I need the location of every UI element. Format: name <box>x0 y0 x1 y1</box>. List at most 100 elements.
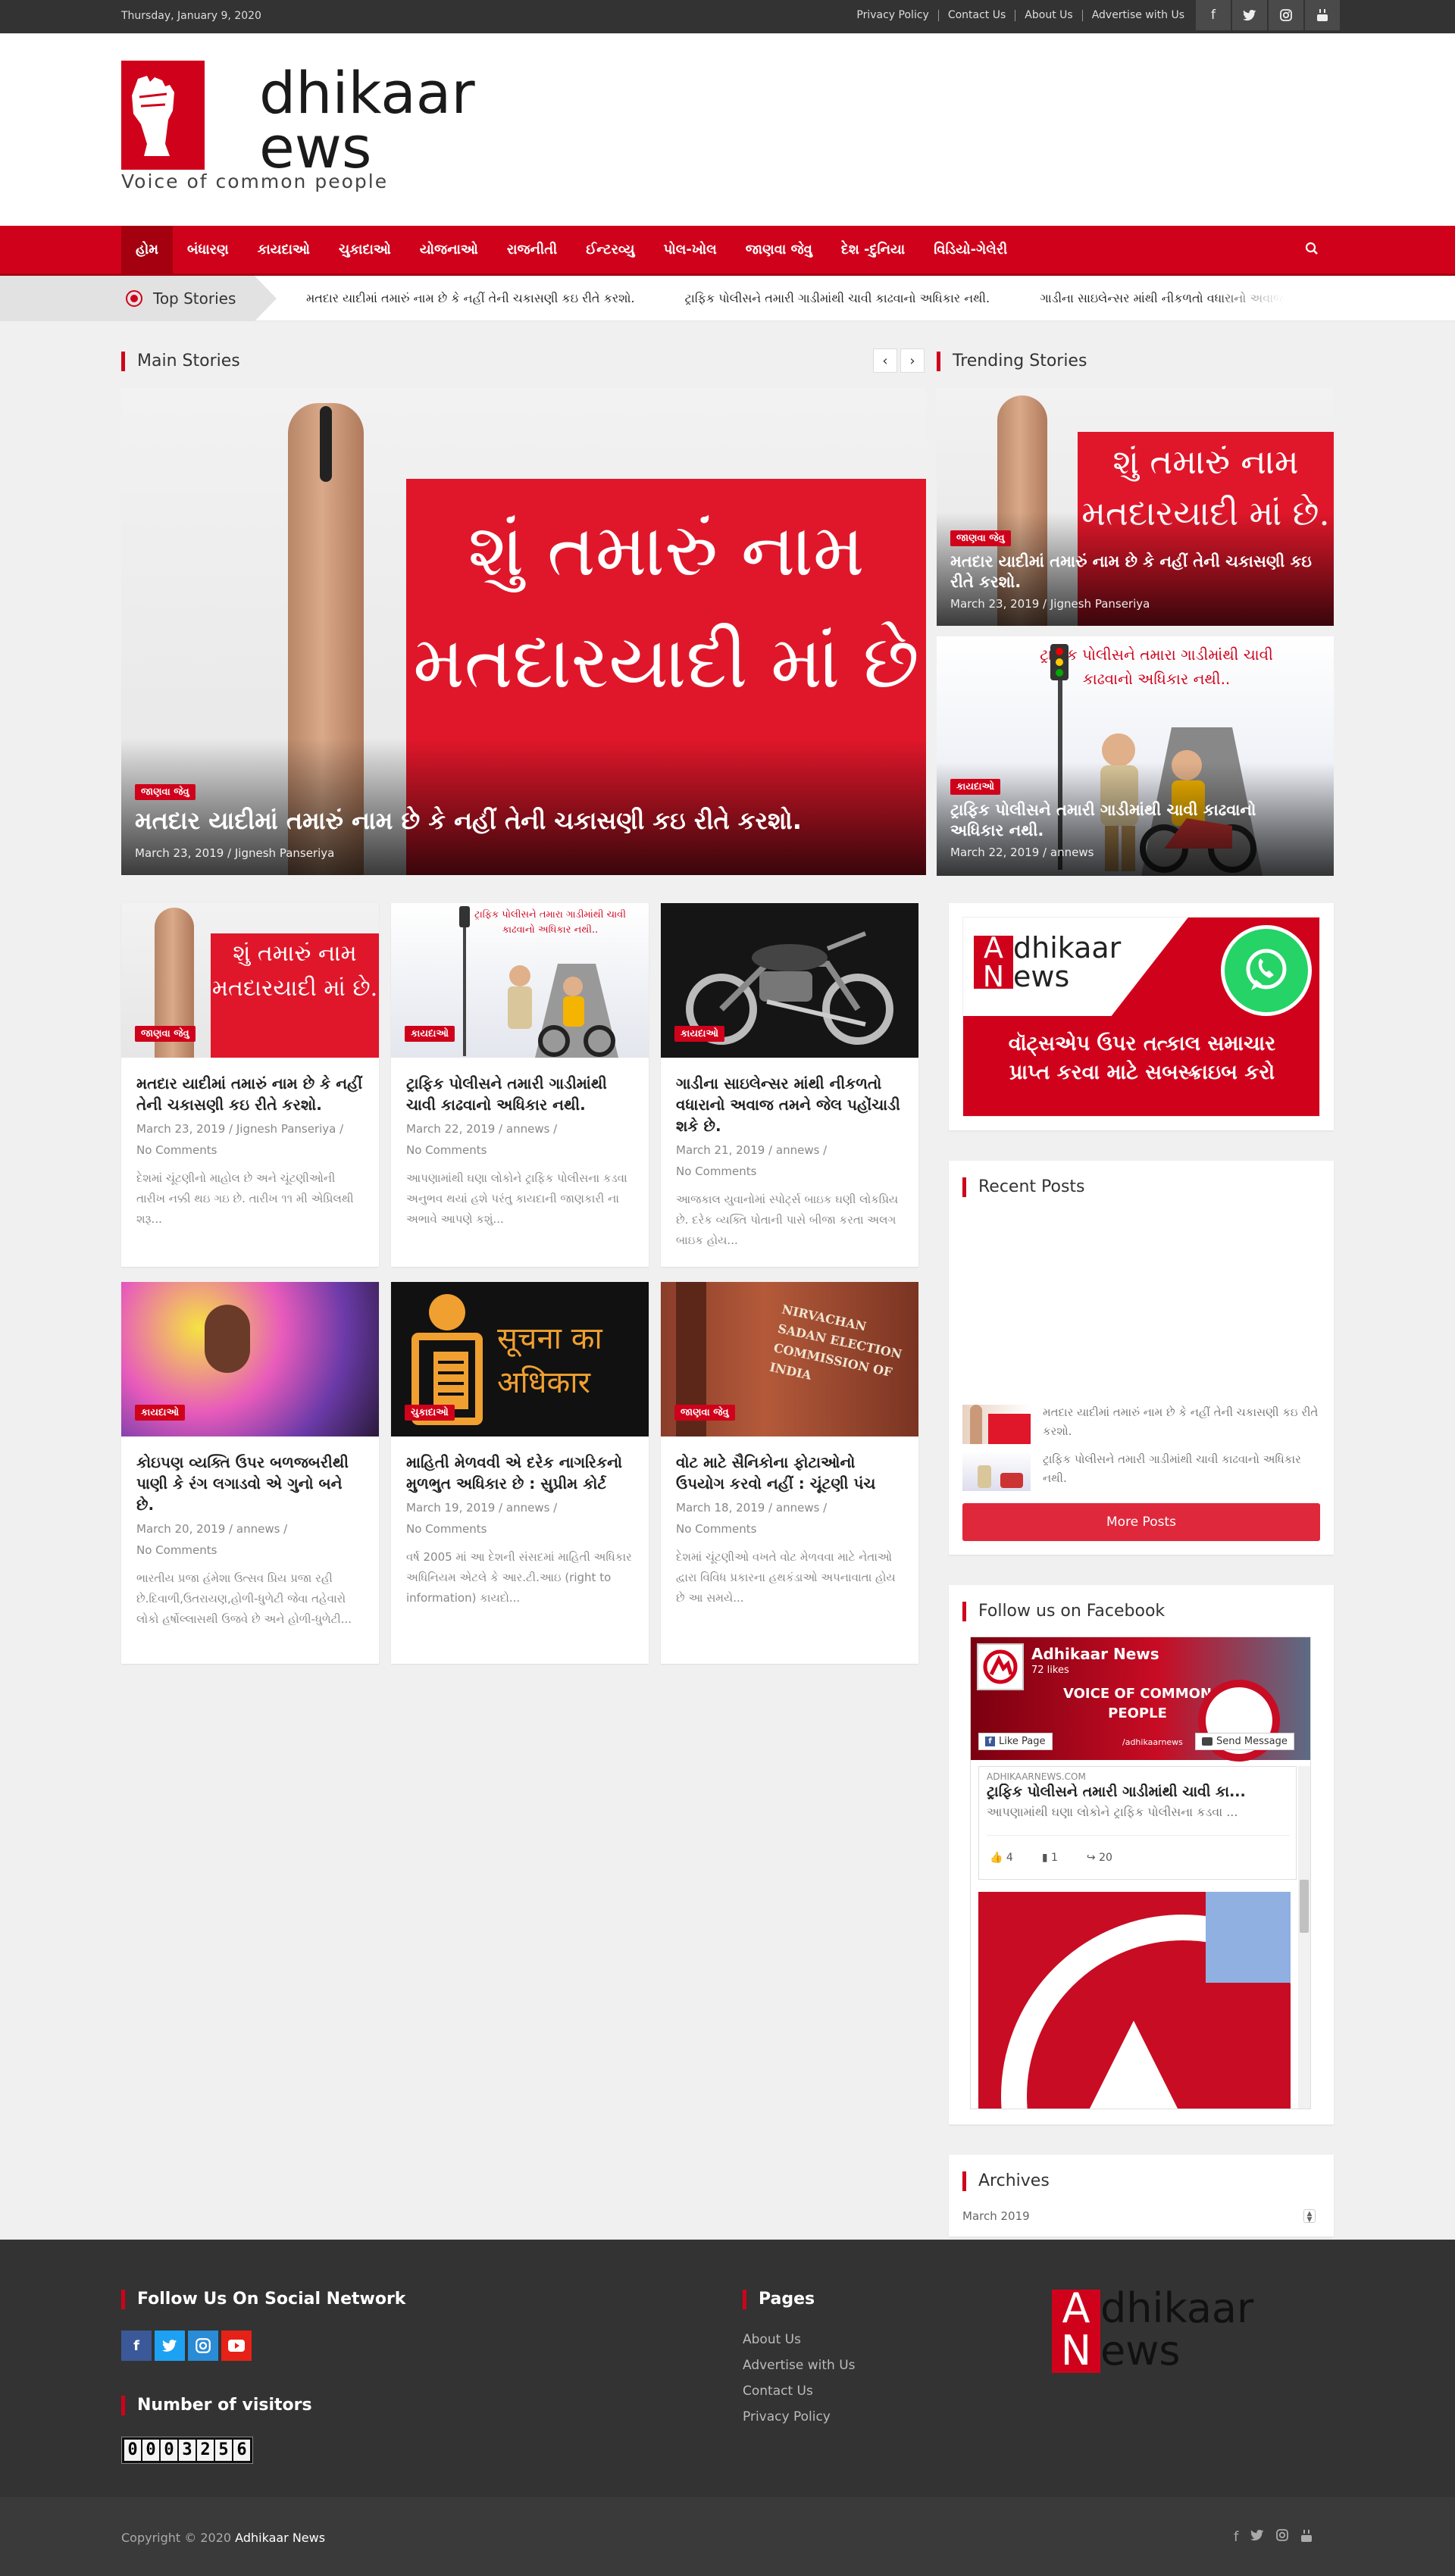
fb-scrollbar[interactable] <box>1298 1766 1310 2109</box>
nav-item-interview[interactable]: ઈન્ટરવ્યુ <box>571 226 649 274</box>
fb-post-stats: 👍 4 ▮ 1 ↪ 20 <box>990 1852 1112 1864</box>
fb-like-page-button[interactable]: f Like Page <box>978 1733 1053 1750</box>
story-card[interactable]: શું તમારું નામ મતદારયાદી માં છે. જાણવા જ… <box>121 903 379 1267</box>
nav-item-knowledge[interactable]: જાણવા જેવુ <box>731 226 827 274</box>
fb-reactions[interactable]: 👍 4 <box>990 1852 1013 1864</box>
ticker-item[interactable]: મતદાર યાદીમાં તમારું નામ છે કે નહીં તેની… <box>306 291 635 306</box>
story-card[interactable]: કાયદાઓ ગાડીના સાઇલેન્સર માંથી નીકળતો વધા… <box>661 903 918 1267</box>
more-posts-button[interactable]: More Posts <box>962 1503 1320 1541</box>
card-title[interactable]: કોઇપણ વ્યક્તિ ઉપર બળજબરીથી પાણી કે રંગ લ… <box>136 1452 364 1515</box>
card-title[interactable]: માહિતી મેળવવી એ દરેક નાગરિકનો મુળભુત અધિ… <box>406 1452 634 1494</box>
fb-post-card[interactable]: ADHIKAARNEWS.COM ટ્રાફિક પોલીસને તમારી ગ… <box>978 1766 1297 1880</box>
card-category-badge[interactable]: જાણવા જેવુ <box>674 1405 735 1421</box>
card-title[interactable]: ટ્રાફિક પોલીસને તમારી ગાડીમાંથી ચાવી કાઢ… <box>406 1073 634 1115</box>
top-link-privacy[interactable]: Privacy Policy <box>847 10 937 21</box>
trending-story[interactable]: શું તમારું નામ મતદારયાદી માં છે. જાણવા જ… <box>937 388 1334 626</box>
card-category-badge[interactable]: કાયદાઓ <box>405 1026 455 1042</box>
story-card[interactable]: सूचना का अधिकार ચુકાદાઓ માહિતી મેળવવી એ … <box>391 1282 649 1664</box>
footer-link-advertise[interactable]: Advertise with Us <box>743 2358 856 2373</box>
copyright-text: Copyright © 2020 Adhikaar News <box>121 2531 326 2545</box>
slider-next-button[interactable]: › <box>900 349 925 373</box>
recent-post-thumb[interactable] <box>962 1405 1031 1444</box>
card-category-badge[interactable]: ચુકાદાઓ <box>405 1405 455 1421</box>
fb-page-name[interactable]: Adhikaar News <box>1031 1645 1159 1663</box>
card-image-text: શું તમારું નામ મતદારયાદી માં છે. <box>211 933 379 1058</box>
trending-story[interactable]: ટ્રાફિક પોલીસને તમારા ગાડીમાંથી ચાવી કાઢ… <box>937 636 1334 876</box>
nav-item-exposed[interactable]: પોલ-ખોલ <box>649 226 731 274</box>
card-comments[interactable]: No Comments <box>676 1518 903 1540</box>
search-icon[interactable] <box>1305 241 1319 259</box>
slider-prev-button[interactable]: ‹ <box>873 349 897 373</box>
nav-item-laws[interactable]: કાયદાઓ <box>243 226 324 274</box>
current-date: Thursday, January 9, 2020 <box>121 10 261 22</box>
card-category-badge[interactable]: કાયદાઓ <box>674 1026 724 1042</box>
archives-select[interactable]: March 2019 ▲ ▼ <box>962 2205 1320 2227</box>
youtube-icon[interactable] <box>1305 0 1340 30</box>
instagram-icon[interactable] <box>1269 0 1303 30</box>
ticker-item[interactable]: ગાડીના સાઇલેન્સર માંથી નીકળતો વધારાનો અવ… <box>1040 291 1284 306</box>
main-stories-title: Main Stories <box>121 352 240 371</box>
twitter-icon[interactable] <box>1232 0 1267 30</box>
card-comments[interactable]: No Comments <box>406 1140 634 1161</box>
footer-logo[interactable]: Adhikaar News <box>1052 2287 1334 2377</box>
trending-category-badge[interactable]: કાયદાઓ <box>950 779 1000 795</box>
card-comments[interactable]: No Comments <box>136 1540 364 1561</box>
nav-item-video-gallery[interactable]: વિડિયો-ગેલેરી <box>919 226 1022 274</box>
recent-post-thumb[interactable] <box>962 1452 1031 1491</box>
youtube-icon[interactable] <box>221 2331 252 2361</box>
footer-link-contact[interactable]: Contact Us <box>743 2384 813 2399</box>
card-comments[interactable]: No Comments <box>406 1518 634 1540</box>
twitter-icon[interactable] <box>155 2331 185 2361</box>
card-title[interactable]: ગાડીના સાઇલેન્સર માંથી નીકળતો વધારાનો અવ… <box>676 1073 903 1136</box>
hero-story[interactable]: શું તમારું નામ મતદારયાદી માં છે જાણવા જે… <box>121 388 926 875</box>
card-excerpt: આપણામાંથી ઘણા લોકોને ટ્રાફિક પોલીસના કડવ… <box>406 1171 627 1226</box>
youtube-icon[interactable] <box>1300 2529 1313 2546</box>
nav-item-schemes[interactable]: યોજનાઓ <box>405 226 493 274</box>
visitor-counter: 0 0 0 3 2 5 6 <box>121 2437 253 2464</box>
nav-item-judgements[interactable]: ચુકાદાઓ <box>324 226 405 274</box>
instagram-icon[interactable] <box>188 2331 218 2361</box>
fb-shares[interactable]: ↪ 20 <box>1087 1852 1112 1864</box>
whatsapp-banner[interactable]: Adhikaar News વૉટ્સએપ ઉપર તત્કાલ સમાચાર … <box>962 917 1320 1117</box>
trending-headline[interactable]: મતદાર યાદીમાં તમારું નામ છે કે નહીં તેની… <box>950 552 1322 592</box>
card-comments[interactable]: No Comments <box>136 1140 364 1161</box>
instagram-icon[interactable] <box>1276 2529 1289 2546</box>
trending-category-badge[interactable]: જાણવા જેવુ <box>950 530 1011 546</box>
card-title[interactable]: મતદાર યાદીમાં તમારું નામ છે કે નહીં તેની… <box>136 1073 364 1115</box>
hero-headline[interactable]: મતદાર યાદીમાં તમારું નામ છે કે નહીં તેની… <box>135 805 893 836</box>
top-link-advertise[interactable]: Advertise with Us <box>1081 10 1194 21</box>
fb-page-avatar[interactable] <box>977 1643 1024 1690</box>
footer-link-about[interactable]: About Us <box>743 2332 801 2347</box>
nav-item-home[interactable]: હોમ <box>121 226 174 274</box>
card-category-badge[interactable]: જાણવા જેવુ <box>135 1026 196 1042</box>
facebook-icon[interactable]: f <box>121 2331 152 2361</box>
copyright-brand-link[interactable]: Adhikaar News <box>235 2531 325 2545</box>
twitter-icon[interactable] <box>1250 2529 1264 2546</box>
recent-post-title[interactable]: મતદાર યાદીમાં તમારું નામ છે કે નહીં તેની… <box>1043 1403 1320 1441</box>
hero-category-badge[interactable]: જાણવા જેવુ <box>135 784 196 800</box>
top-social-icons: f <box>1196 0 1341 30</box>
card-title[interactable]: વોટ માટે સૈનિકોના ફોટાઓનો ઉપયોગ કરવો નહી… <box>676 1452 903 1494</box>
fb-post-image[interactable] <box>978 1892 1291 2109</box>
nav-item-constitution[interactable]: બંધારણ <box>173 226 243 274</box>
card-category-badge[interactable]: કાયદાઓ <box>135 1405 185 1421</box>
nav-item-world[interactable]: દેશ -દુનિયા <box>827 226 919 274</box>
card-comments[interactable]: No Comments <box>676 1161 903 1182</box>
top-link-about[interactable]: About Us <box>1015 10 1081 21</box>
ticker-item[interactable]: ટ્રાફિક પોલીસને તમારી ગાડીમાંથી ચાવી કાઢ… <box>685 291 990 306</box>
story-card[interactable]: ટ્રાફિક પોલીસને તમારા ગાડીમાંથી ચાવી કાઢ… <box>391 903 649 1267</box>
top-link-contact[interactable]: Contact Us <box>937 10 1015 21</box>
recent-post-title[interactable]: ટ્રાફિક પોલીસને તમારી ગાડીમાંથી ચાવી કાઢ… <box>1043 1450 1320 1488</box>
nav-item-politics[interactable]: રાજનીતી <box>493 226 571 274</box>
fb-send-message-button[interactable]: Send Message <box>1195 1733 1294 1750</box>
facebook-icon[interactable]: f <box>1196 0 1231 30</box>
fb-comments[interactable]: ▮ 1 <box>1042 1852 1058 1864</box>
fb-post-title[interactable]: ટ્રાફિક પોલીસને તમારી ગાડીમાંથી ચાવી કા.… <box>987 1784 1290 1800</box>
story-card[interactable]: કાયદાઓ કોઇપણ વ્યક્તિ ઉપર બળજબરીથી પાણી ક… <box>121 1282 379 1664</box>
footer-link-privacy[interactable]: Privacy Policy <box>743 2409 831 2424</box>
record-dot-icon <box>126 290 142 307</box>
facebook-icon[interactable]: f <box>1234 2529 1238 2546</box>
card-meta: March 22, 2019 / annews / <box>406 1122 558 1136</box>
trending-headline[interactable]: ટ્રાફિક પોલીસને તમારી ગાડીમાંથી ચાવી કાઢ… <box>950 800 1269 841</box>
story-card[interactable]: NIRVACHAN SADAN ELECTION COMMISSION OF I… <box>661 1282 918 1664</box>
